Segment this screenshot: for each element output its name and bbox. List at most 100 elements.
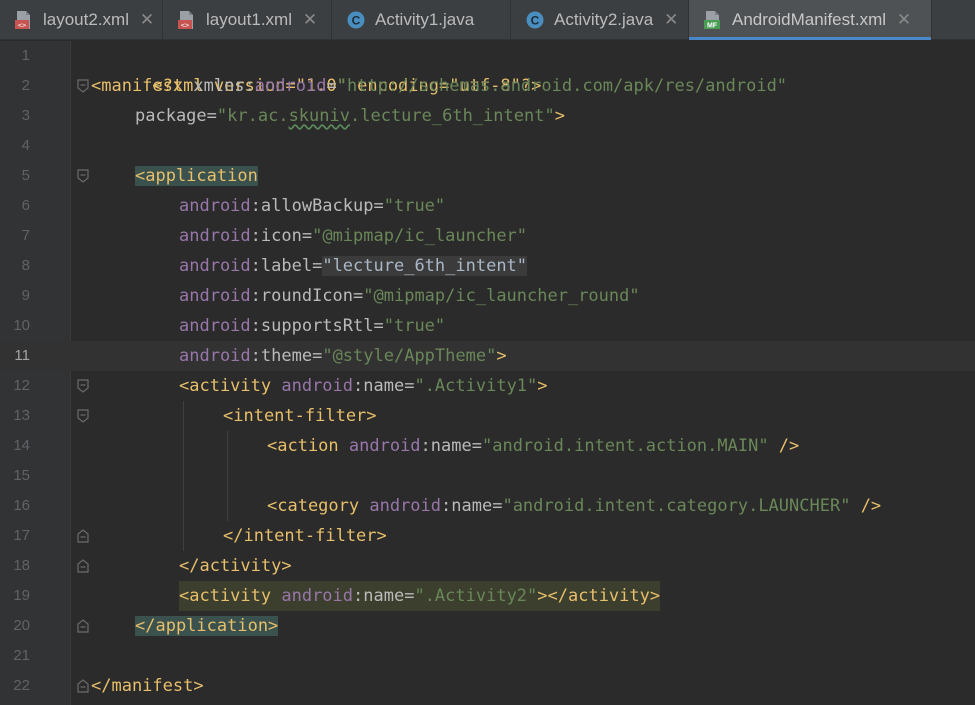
tab-activity1-java[interactable]: C Activity1.java [332,0,511,40]
line-number: 22 [13,677,30,694]
code-line: 6 android:allowBackup="true" [0,191,975,221]
fold-close-icon[interactable] [77,679,89,693]
code-line: 17 </intent-filter> [0,521,975,551]
namespace-prefix: android [179,316,251,336]
java-class-icon: C [525,10,545,30]
close-icon[interactable]: ✕ [302,11,318,28]
attr-name: :name [420,436,472,456]
tab-layout1-xml[interactable]: <> layout1.xml ✕ [163,0,332,40]
namespace-prefix: android [179,286,251,306]
attr-value: "android.intent.category.LAUNCHER" [502,496,851,516]
code-line: 9 android:roundIcon="@mipmap/ic_launcher… [0,281,975,311]
line-number: 15 [13,467,30,484]
namespace-prefix: android [359,496,442,516]
svg-text:MF: MF [707,23,718,30]
attr-value: "true" [383,196,446,216]
code-line: 3 package="kr.ac.skuniv.lecture_6th_inte… [0,101,975,131]
svg-text:C: C [531,14,540,28]
code-line: 21 [0,641,975,671]
tag-name: <application [135,166,258,186]
fold-open-icon[interactable] [77,79,89,93]
code-line: 10 android:supportsRtl="true" [0,311,975,341]
tag-name: </application> [135,616,279,636]
namespace-prefix: android [179,256,251,276]
manifest-icon: MF [703,10,723,30]
attr-name: xmlns [183,76,245,96]
code-line: 13 <intent-filter> [0,401,975,431]
close-icon[interactable]: ✕ [139,11,155,28]
line-number: 10 [13,317,30,334]
attr-name: :icon [250,226,302,246]
fold-open-icon[interactable] [77,379,89,393]
line-number: 2 [21,77,30,94]
attr-value: "http://schemas.android.com/apk/res/andr… [336,76,788,96]
fold-close-icon[interactable] [77,529,89,543]
close-icon[interactable]: ✕ [663,11,679,28]
namespace-prefix: android [254,76,327,96]
code-line: 22 </manifest> [0,671,975,701]
layout-xml-icon: <> [177,10,197,30]
line-number: 8 [21,257,30,274]
tag-name: <activity [179,586,272,606]
code-line: 14 <action android:name="android.intent.… [0,431,975,461]
tab-layout2-xml[interactable]: <> layout2.xml ✕ [0,0,163,40]
attr-value: "android.intent.action.MAIN" [481,436,769,456]
attr-value: ".Activity1" [414,376,538,396]
attr-name: :label [250,256,313,276]
attr-name: :supportsRtl [250,316,374,336]
code-editor[interactable]: 1 <?xml version="1.0" encoding="utf-8"?>… [0,41,975,705]
tag-name: </manifest> [91,676,204,696]
fold-open-icon[interactable] [77,409,89,423]
namespace-prefix: android [179,226,251,246]
attr-value: "@mipmap/ic_launcher_round" [363,286,640,306]
attr-name: package [135,106,207,126]
namespace-prefix: android [179,196,251,216]
attr-value: "true" [383,316,446,336]
tab-label: layout1.xml [206,10,292,29]
line-number: 19 [13,587,30,604]
tab-label: AndroidManifest.xml [732,10,887,29]
code-line: 7 android:icon="@mipmap/ic_launcher" [0,221,975,251]
tag-name: <category [267,496,360,516]
line-number: 7 [21,227,30,244]
tab-android-manifest[interactable]: MF AndroidManifest.xml ✕ [689,0,932,40]
fold-close-icon[interactable] [77,619,89,633]
attr-value: ".Activity2" [414,586,538,606]
fold-open-icon[interactable] [77,169,89,183]
namespace-prefix: android [271,376,354,396]
code-line: 2 <manifest xmlns:android="http://schema… [0,71,975,101]
code-line: 1 <?xml version="1.0" encoding="utf-8"?> [0,41,975,96]
namespace-prefix: android [271,586,354,606]
code-line: 12 <activity android:name=".Activity1"> [0,371,975,401]
close-icon[interactable]: ✕ [896,11,912,28]
tab-activity2-java[interactable]: C Activity2.java ✕ [511,0,689,40]
line-number: 14 [13,437,30,454]
code-line: 19 <activity android:name=".Activity2"><… [0,581,975,611]
tab-label: Activity2.java [554,10,654,29]
attr-name: :name [353,586,405,606]
line-number: 20 [13,617,30,634]
java-class-icon: C [346,10,366,30]
code-line: 8 android:label="lecture_6th_intent" [0,251,975,281]
code-line: 16 <category android:name="android.inten… [0,491,975,521]
svg-text:C: C [352,14,361,28]
line-number: 4 [21,137,30,154]
attr-value-folded[interactable]: "lecture_6th_intent" [322,256,528,276]
line-number: 18 [13,557,30,574]
namespace-prefix: android [338,436,421,456]
tab-label: Activity1.java [375,10,475,29]
attr-name: :theme [250,346,313,366]
namespace-prefix: android [179,346,251,366]
attr-value: "kr.ac. [216,106,289,126]
spelling-warning[interactable]: skuniv [289,106,350,126]
line-number: 9 [21,287,30,304]
svg-text:<>: <> [18,22,26,30]
line-number: 12 [13,377,30,394]
line-number: 13 [13,407,30,424]
line-number: 3 [21,107,30,124]
line-number: 1 [21,47,30,64]
tag-name: <activity [179,376,272,396]
fold-close-icon[interactable] [77,559,89,573]
attr-name: :roundIcon [250,286,354,306]
code-line: 15 [0,461,975,491]
